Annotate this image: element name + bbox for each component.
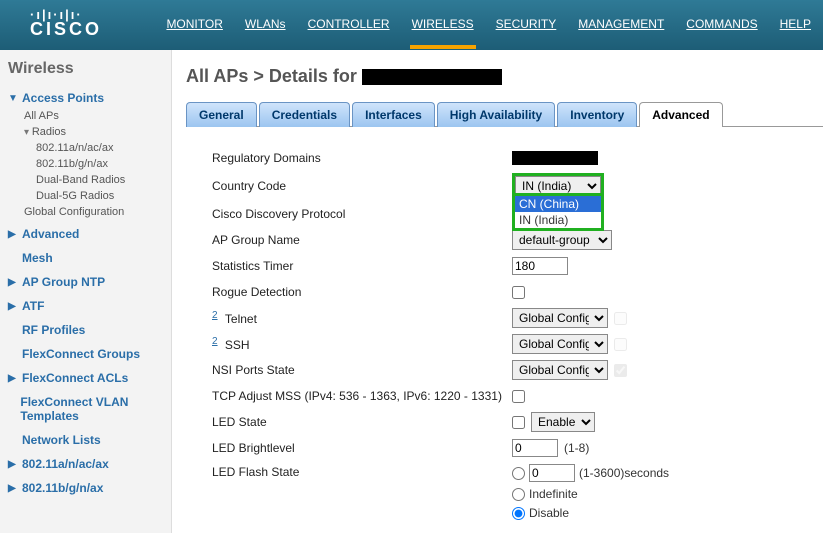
label-tcp-mss: TCP Adjust MSS (IPv4: 536 - 1363, IPv6: …: [212, 389, 512, 403]
redacted-regulatory-domain: [512, 151, 598, 165]
sidebar-mesh[interactable]: Mesh: [8, 248, 163, 268]
led-state-checkbox[interactable]: [512, 416, 525, 429]
sidebar-radio-dualband[interactable]: Dual-Band Radios: [36, 172, 163, 188]
tab-general[interactable]: General: [186, 102, 257, 127]
footnote-2-link[interactable]: 2: [212, 310, 218, 321]
led-flash-seconds-radio[interactable]: [512, 467, 525, 480]
nav-commands[interactable]: COMMANDS: [686, 17, 757, 33]
telnet-select[interactable]: Global Config: [512, 308, 608, 328]
sidebar-80211b[interactable]: 802.11b/g/n/ax: [8, 478, 163, 498]
tab-credentials[interactable]: Credentials: [259, 102, 350, 127]
rogue-detection-checkbox[interactable]: [512, 286, 525, 299]
caret-right-icon: [8, 483, 18, 494]
tab-high-availability[interactable]: High Availability: [437, 102, 555, 127]
sidebar-ap-group-ntp[interactable]: AP Group NTP: [8, 272, 163, 292]
ssh-checkbox: [614, 338, 627, 351]
led-flash-seconds-input[interactable]: [529, 464, 575, 482]
nav-wlans[interactable]: WLANs: [245, 17, 286, 33]
ssh-select[interactable]: Global Config: [512, 334, 608, 354]
led-flash-disable-label: Disable: [529, 506, 569, 520]
led-flash-indefinite-label: Indefinite: [529, 487, 578, 501]
nsi-ports-select[interactable]: Global Config: [512, 360, 608, 380]
sidebar-flexconnect-vlan[interactable]: FlexConnect VLAN Templates: [8, 392, 163, 426]
tab-advanced[interactable]: Advanced: [639, 102, 722, 127]
tab-interfaces[interactable]: Interfaces: [352, 102, 435, 127]
label-telnet: 2 Telnet: [212, 310, 512, 326]
nav-management[interactable]: MANAGEMENT: [578, 17, 664, 33]
label-led-flash: LED Flash State: [212, 463, 512, 479]
cisco-logo: ·ı|ı·ı|ı· CISCO: [30, 11, 102, 40]
sidebar: Wireless Access Points All APs Radios 80…: [0, 50, 172, 533]
top-nav: MONITOR WLANs CONTROLLER WIRELESS SECURI…: [166, 17, 811, 33]
stats-timer-input[interactable]: [512, 257, 568, 275]
led-flash-disable-radio[interactable]: [512, 507, 525, 520]
tab-inventory[interactable]: Inventory: [557, 102, 637, 127]
led-bright-hint: (1-8): [564, 441, 589, 455]
sidebar-radio-dual5g[interactable]: Dual-5G Radios: [36, 188, 163, 204]
advanced-form: Regulatory Domains Country Code IN (Indi…: [182, 127, 823, 533]
sidebar-network-lists[interactable]: Network Lists: [8, 430, 163, 450]
nav-controller[interactable]: CONTROLLER: [308, 17, 390, 33]
sidebar-radios[interactable]: Radios: [24, 124, 163, 140]
sidebar-global-config[interactable]: Global Configuration: [24, 204, 163, 220]
nsi-checkbox: [614, 364, 627, 377]
sidebar-radio-80211b[interactable]: 802.11b/g/n/ax: [36, 156, 163, 172]
sidebar-radio-80211a[interactable]: 802.11a/n/ac/ax: [36, 140, 163, 156]
ap-group-select[interactable]: default-group: [512, 230, 612, 250]
sidebar-access-points[interactable]: Access Points: [8, 88, 163, 108]
sidebar-rf-profiles[interactable]: RF Profiles: [8, 320, 163, 340]
label-ssh: 2 SSH: [212, 336, 512, 352]
country-code-dropdown: CN (China) IN (India): [512, 193, 604, 231]
nav-security[interactable]: SECURITY: [496, 17, 557, 33]
label-ap-group: AP Group Name: [212, 233, 512, 247]
led-flash-seconds-hint: (1-3600)seconds: [579, 466, 669, 480]
label-nsi-ports: NSI Ports State: [212, 363, 512, 377]
label-led-state: LED State: [212, 415, 512, 429]
country-option-in[interactable]: IN (India): [515, 212, 601, 228]
tcp-mss-checkbox[interactable]: [512, 390, 525, 403]
top-bar: ·ı|ı·ı|ı· CISCO MONITOR WLANs CONTROLLER…: [0, 0, 823, 50]
sidebar-flexconnect-groups[interactable]: FlexConnect Groups: [8, 344, 163, 364]
label-stats-timer: Statistics Timer: [212, 259, 512, 273]
nav-monitor[interactable]: MONITOR: [166, 17, 222, 33]
label-regulatory-domains: Regulatory Domains: [212, 151, 512, 165]
label-country-code: Country Code: [212, 179, 512, 193]
sidebar-title: Wireless: [8, 60, 163, 78]
nav-wireless[interactable]: WIRELESS: [412, 17, 474, 33]
led-flash-indefinite-radio[interactable]: [512, 488, 525, 501]
caret-right-icon: [8, 277, 18, 288]
country-option-cn[interactable]: CN (China): [515, 196, 601, 212]
sidebar-all-aps[interactable]: All APs: [24, 108, 163, 124]
telnet-checkbox: [614, 312, 627, 325]
caret-right-icon: [8, 301, 18, 312]
tab-bar: General Credentials Interfaces High Avai…: [186, 101, 823, 127]
led-bright-input[interactable]: [512, 439, 558, 457]
sidebar-atf[interactable]: ATF: [8, 296, 163, 316]
logo-text: CISCO: [30, 19, 102, 40]
sidebar-80211a[interactable]: 802.11a/n/ac/ax: [8, 454, 163, 474]
footnote-2-link[interactable]: 2: [212, 336, 218, 347]
label-cdp: Cisco Discovery Protocol: [212, 207, 512, 221]
caret-right-icon: [8, 459, 18, 470]
logo-bars-icon: ·ı|ı·ı|ı·: [30, 11, 83, 19]
caret-right-icon: [8, 229, 18, 240]
caret-down-icon: [8, 93, 18, 104]
sidebar-advanced[interactable]: Advanced: [8, 224, 163, 244]
page-title: All APs > Details for: [186, 66, 823, 87]
label-led-brightlevel: LED Brightlevel: [212, 441, 512, 455]
label-rogue-detection: Rogue Detection: [212, 285, 512, 299]
redacted-ap-name: [362, 69, 502, 85]
led-state-select[interactable]: Enable: [531, 412, 595, 432]
nav-help[interactable]: HELP: [780, 17, 811, 33]
caret-right-icon: [8, 373, 18, 384]
sidebar-flexconnect-acls[interactable]: FlexConnect ACLs: [8, 368, 163, 388]
main-panel: All APs > Details for General Credential…: [172, 50, 823, 533]
